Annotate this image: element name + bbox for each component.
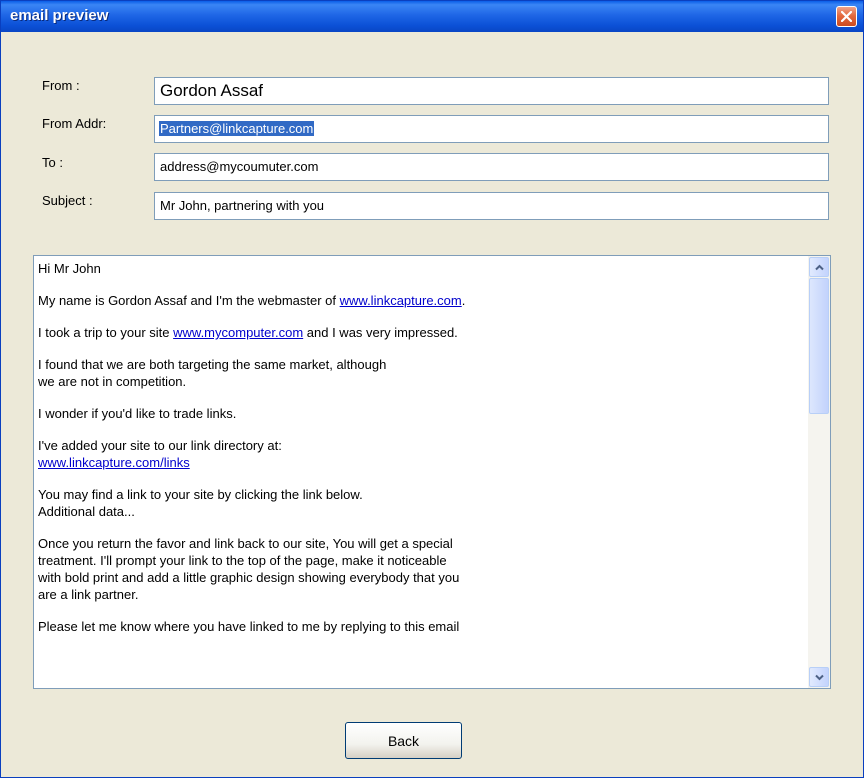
- body-paragraph-7: Once you return the favor and link back …: [38, 536, 460, 602]
- body-paragraph-4: I wonder if you'd like to trade links.: [38, 406, 237, 421]
- window-title: email preview: [10, 7, 109, 24]
- close-button[interactable]: [836, 6, 857, 27]
- body-paragraph-3: I found that we are both targeting the s…: [38, 357, 387, 389]
- body-p2-text: I took a trip to your site: [38, 325, 174, 340]
- from-name-value: Gordon Assaf: [160, 81, 264, 100]
- body-greeting: Hi Mr John: [38, 261, 101, 276]
- link-directory[interactable]: www.linkcapture.com/links: [38, 455, 190, 470]
- link-linkcapture[interactable]: www.linkcapture.com: [340, 293, 462, 308]
- subject-field[interactable]: Mr John, partnering with you: [154, 192, 829, 220]
- body-p5-text: I've added your site to our link directo…: [38, 438, 282, 453]
- body-paragraph-2: I took a trip to your site www.mycompute…: [38, 324, 803, 341]
- from-name-field[interactable]: Gordon Assaf: [154, 77, 829, 105]
- chevron-down-icon: [815, 674, 824, 681]
- link-mycomputer[interactable]: www.mycomputer.com: [173, 325, 303, 340]
- from-label: From :: [42, 78, 80, 93]
- body-p1-end: .: [461, 293, 466, 308]
- back-button[interactable]: Back: [345, 722, 462, 759]
- email-body-content: Hi Mr John My name is Gordon Assaf and I…: [38, 260, 803, 650]
- body-paragraph-8: Please let me know where you have linked…: [38, 619, 460, 634]
- subject-value: Mr John, partnering with you: [160, 198, 325, 213]
- to-field[interactable]: address@mycoumuter.com: [154, 153, 829, 181]
- title-bar[interactable]: email preview: [1, 1, 863, 32]
- from-addr-label: From Addr:: [42, 116, 107, 131]
- email-body-textarea[interactable]: Hi Mr John My name is Gordon Assaf and I…: [33, 255, 831, 689]
- scroll-down-button[interactable]: [809, 667, 829, 687]
- body-p1-text: My name is Gordon Assaf and I'm the webm…: [38, 293, 340, 308]
- from-addr-field[interactable]: Partners@linkcapture.com: [154, 115, 829, 143]
- close-icon: [841, 11, 852, 22]
- vertical-scrollbar[interactable]: [808, 256, 830, 688]
- to-value: address@mycoumuter.com: [160, 159, 319, 174]
- scroll-up-button[interactable]: [809, 257, 829, 277]
- to-label: To :: [42, 155, 63, 170]
- body-paragraph-6: You may find a link to your site by clic…: [38, 487, 363, 519]
- body-p2-end: and I was very impressed.: [303, 325, 458, 340]
- body-paragraph-1: My name is Gordon Assaf and I'm the webm…: [38, 292, 803, 309]
- from-addr-value: Partners@linkcapture.com: [159, 121, 315, 136]
- body-paragraph-5: I've added your site to our link directo…: [38, 437, 803, 471]
- chevron-up-icon: [815, 264, 824, 271]
- email-preview-window: email preview From : Gordon Assaf From A…: [0, 0, 864, 778]
- scroll-thumb[interactable]: [809, 278, 829, 414]
- subject-label: Subject :: [42, 193, 93, 208]
